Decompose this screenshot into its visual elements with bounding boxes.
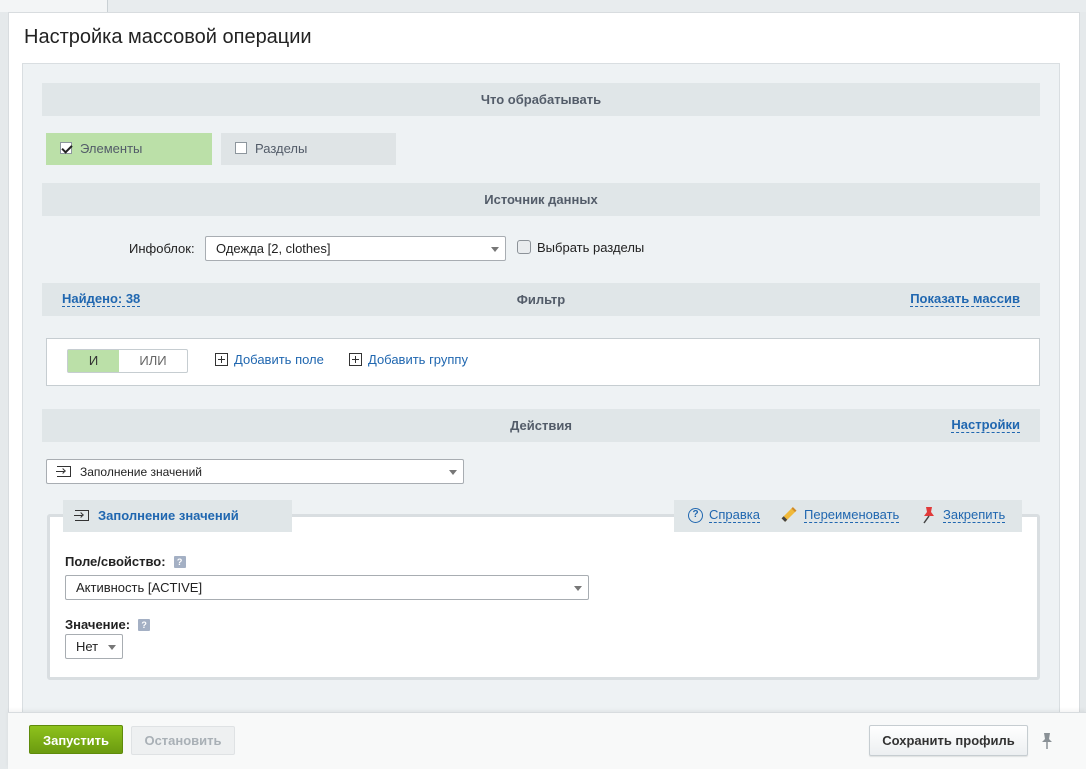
- value-label-text: Значение:: [65, 617, 131, 632]
- help-circle-icon: ?: [688, 508, 703, 523]
- page-title: Настройка массовой операции: [24, 26, 312, 48]
- plus-icon: [215, 353, 228, 366]
- value-select-value: Нет: [76, 639, 99, 654]
- top-tab-strip: [0, 0, 1086, 12]
- action-block-tools: ? Справка Переименовать Закрепить: [674, 500, 1022, 532]
- field-select-value: Активность [ACTIVE]: [76, 580, 203, 595]
- elements-checkbox-icon: [60, 142, 72, 154]
- footer-bar: Запустить Остановить Сохранить профиль: [8, 712, 1086, 769]
- process-header: Что обрабатывать: [480, 92, 602, 107]
- source-header: Источник данных: [484, 192, 598, 207]
- chevron-down-icon: [449, 470, 457, 475]
- add-group-link[interactable]: Добавить группу: [349, 352, 468, 367]
- sections-checkbox-icon: [235, 142, 247, 154]
- select-sections-label: Выбрать разделы: [537, 240, 645, 255]
- settings-link[interactable]: Настройки: [951, 418, 1020, 433]
- pin-icon[interactable]: [1040, 732, 1054, 750]
- filter-header-bar: Фильтр Найдено: 38 Показать массив: [42, 283, 1040, 316]
- pin-icon: [923, 507, 934, 524]
- logic-or-button[interactable]: ИЛИ: [119, 350, 187, 372]
- filter-box: И ИЛИ Добавить поле Добавить группу: [46, 338, 1040, 386]
- actions-header: Действия: [510, 418, 572, 433]
- found-count-link[interactable]: Найдено: 38: [62, 292, 141, 307]
- show-array-link[interactable]: Показать массив: [910, 292, 1020, 307]
- select-sections-option[interactable]: Выбрать разделы: [517, 240, 644, 255]
- action-block-title-text: Заполнение значений: [98, 508, 239, 523]
- iblock-select[interactable]: Одежда [2, clothes]: [205, 236, 506, 261]
- logic-switch: И ИЛИ: [67, 349, 188, 373]
- action-select-value: Заполнение значений: [80, 465, 202, 479]
- chevron-down-icon: [108, 645, 116, 650]
- elements-toggle[interactable]: Элементы: [46, 133, 212, 165]
- add-field-label: Добавить поле: [234, 352, 324, 367]
- actions-header-bar: Действия Настройки: [42, 409, 1040, 442]
- save-profile-button[interactable]: Сохранить профиль: [869, 725, 1028, 756]
- chevron-down-icon: [491, 247, 499, 252]
- top-tab[interactable]: [0, 0, 108, 12]
- action-block: Поле/свойство:? Активность [ACTIVE] Знач…: [47, 514, 1040, 680]
- action-select[interactable]: Заполнение значений: [46, 459, 464, 484]
- field-select[interactable]: Активность [ACTIVE]: [65, 575, 589, 600]
- field-label-text: Поле/свойство:: [65, 554, 166, 569]
- help-link[interactable]: Справка: [709, 508, 760, 523]
- logic-and-button[interactable]: И: [68, 350, 119, 372]
- value-label: Значение:?: [65, 617, 151, 632]
- help-icon[interactable]: ?: [173, 556, 186, 568]
- process-header-bar: Что обрабатывать: [42, 83, 1040, 116]
- pin-link[interactable]: Закрепить: [943, 508, 1006, 523]
- operation-panel: Что обрабатывать Элементы Разделы Источн…: [22, 63, 1060, 723]
- field-label: Поле/свойство:?: [65, 554, 186, 569]
- elements-label: Элементы: [80, 141, 143, 156]
- iblock-select-value: Одежда [2, clothes]: [216, 241, 331, 256]
- action-icon: [56, 466, 71, 477]
- help-icon[interactable]: ?: [138, 619, 151, 631]
- sections-label: Разделы: [255, 141, 308, 156]
- plus-icon: [349, 353, 362, 366]
- stop-button: Остановить: [131, 726, 235, 755]
- iblock-label: Инфоблок:: [129, 241, 195, 256]
- add-field-link[interactable]: Добавить поле: [215, 352, 324, 367]
- main-page: Настройка массовой операции Что обрабаты…: [8, 12, 1080, 723]
- select-sections-checkbox[interactable]: [517, 240, 531, 254]
- run-button[interactable]: Запустить: [29, 725, 123, 754]
- rename-link[interactable]: Переименовать: [804, 508, 900, 523]
- filter-header: Фильтр: [516, 292, 566, 307]
- source-header-bar: Источник данных: [42, 183, 1040, 216]
- pencil-icon: [781, 507, 797, 522]
- chevron-down-icon: [574, 586, 582, 591]
- action-block-title: Заполнение значений: [63, 500, 292, 532]
- value-select[interactable]: Нет: [65, 634, 123, 659]
- sections-toggle[interactable]: Разделы: [221, 133, 396, 165]
- action-icon: [74, 510, 89, 521]
- add-group-label: Добавить группу: [368, 352, 468, 367]
